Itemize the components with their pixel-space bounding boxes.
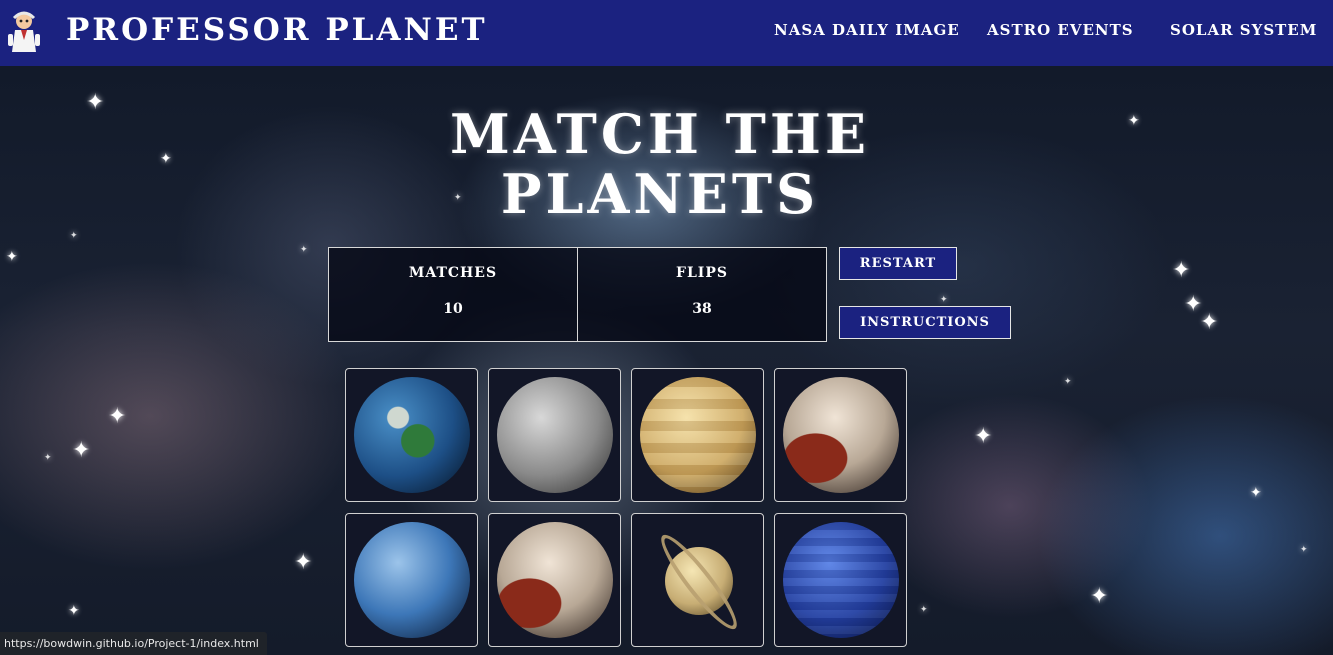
planet-card-earth[interactable]	[345, 368, 478, 502]
star-decoration: ✦	[1172, 258, 1191, 283]
star-decoration: ✦	[6, 249, 18, 265]
score-panel: MATCHES 10 FLIPS 38	[328, 247, 827, 342]
star-decoration: ✦	[1300, 545, 1308, 555]
star-decoration: ✦	[940, 295, 948, 305]
star-decoration: ✦	[108, 404, 127, 429]
pluto-planet-image	[783, 377, 899, 493]
star-decoration: ✦	[294, 550, 313, 575]
pluto-planet-image	[497, 522, 613, 638]
planet-card-neptune[interactable]	[345, 513, 478, 647]
star-decoration: ✦	[68, 603, 80, 619]
star-decoration: ✦	[72, 438, 91, 463]
top-navbar: PROFESSOR PLANET NASA DAILY IMAGE ASTRO …	[0, 0, 1333, 66]
star-decoration: ✦	[1250, 485, 1262, 501]
neptune-planet-image	[354, 522, 470, 638]
planet-card-uranus[interactable]	[774, 513, 907, 647]
saturn-planet-image	[632, 514, 763, 646]
matches-cell: MATCHES 10	[329, 248, 577, 341]
browser-status-url: https://bowdwin.github.io/Project-1/inde…	[0, 632, 267, 655]
star-decoration: ✦	[300, 245, 308, 255]
star-decoration: ✦	[920, 605, 928, 615]
uranus-planet-image	[783, 522, 899, 638]
star-decoration: ✦	[44, 453, 52, 463]
star-decoration: ✦	[1128, 113, 1140, 129]
nav-link-nasa-daily-image[interactable]: NASA DAILY IMAGE	[774, 21, 960, 39]
brand-title[interactable]: PROFESSOR PLANET	[66, 12, 488, 48]
star-decoration: ✦	[160, 151, 172, 167]
planet-card-pluto[interactable]	[774, 368, 907, 502]
star-decoration: ✦	[1200, 310, 1219, 335]
planet-card-venus[interactable]	[631, 368, 764, 502]
page-title-line-2: PLANETS	[500, 162, 820, 226]
professor-logo-icon[interactable]	[6, 10, 42, 56]
matches-label: MATCHES	[408, 265, 498, 281]
nav-link-astro-events[interactable]: ASTRO EVENTS	[987, 21, 1134, 39]
nav-link-solar-system[interactable]: SOLAR SYSTEM	[1170, 21, 1317, 39]
matches-value: 10	[443, 301, 463, 317]
star-decoration: ✦	[974, 424, 993, 449]
planet-card-saturn[interactable]	[631, 513, 764, 647]
flips-cell: FLIPS 38	[577, 248, 826, 341]
moon-planet-image	[497, 377, 613, 493]
page-title-line-1: MATCH THE	[449, 102, 871, 166]
restart-button[interactable]: RESTART	[839, 247, 957, 280]
flips-value: 38	[692, 301, 712, 317]
flips-label: FLIPS	[676, 265, 728, 281]
star-decoration: ✦	[1090, 584, 1109, 609]
star-decoration: ✦	[1064, 377, 1072, 387]
planet-card-moon[interactable]	[488, 368, 621, 502]
instructions-button[interactable]: INSTRUCTIONS	[839, 306, 1011, 339]
planet-card-pluto[interactable]	[488, 513, 621, 647]
star-decoration: ✦	[70, 231, 78, 241]
page-title: MATCH THE PLANETS	[400, 104, 920, 224]
earth-planet-image	[354, 377, 470, 493]
star-decoration: ✦	[86, 90, 105, 115]
venus-planet-image	[640, 377, 756, 493]
